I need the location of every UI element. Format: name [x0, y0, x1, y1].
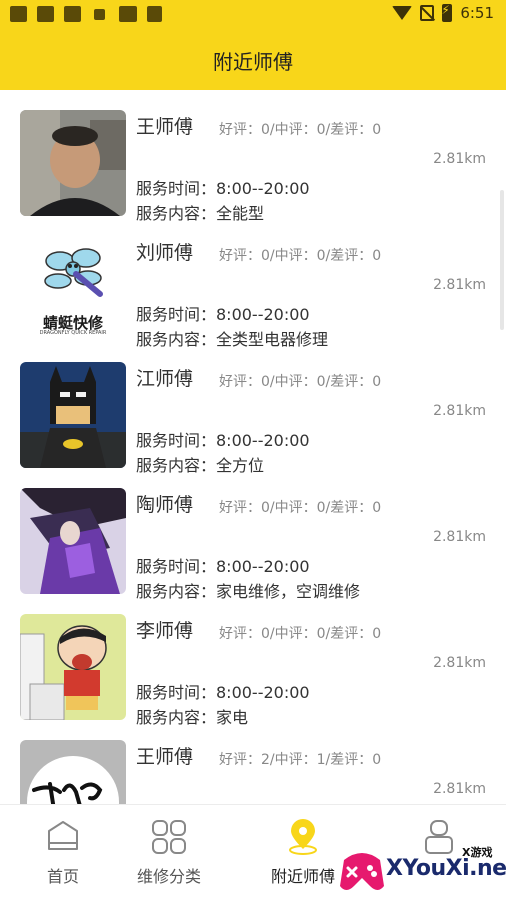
tab-repair-categories[interactable]: 维修分类	[106, 805, 232, 900]
service-time: 服务时间：8:00--20:00	[136, 305, 310, 324]
app-icon	[147, 6, 162, 22]
home-icon	[48, 821, 78, 850]
master-list-item[interactable]: 蜻蜓快修 DRAGONFLY QUICK REPAIR 刘师傅 好评：0/中评：…	[0, 216, 506, 349]
cartoon-boy-avatar	[20, 614, 126, 720]
master-name: 李师傅	[136, 620, 194, 642]
page-title: 附近师傅	[213, 49, 293, 74]
distance-label: 2.81km	[433, 151, 486, 167]
anime-character-avatar	[20, 488, 126, 594]
rating-summary: 好评：0/中评：0/差评：0	[219, 626, 382, 642]
rating-summary: 好评：0/中评：0/差评：0	[219, 248, 382, 264]
notification-icon	[119, 6, 137, 22]
master-list-item[interactable]: 江师傅 好评：0/中评：0/差评：0 2.81km 服务时间：8:00--20:…	[0, 342, 506, 475]
image-icon	[64, 6, 81, 22]
gamepad-logo-icon	[340, 853, 384, 890]
distance-label: 2.81km	[433, 529, 486, 545]
master-list-item[interactable]: 李师傅 好评：0/中评：0/差评：0 2.81km 服务时间：8:00--20:…	[0, 594, 506, 727]
service-time: 服务时间：8:00--20:00	[136, 179, 310, 198]
location-pin-icon	[289, 819, 317, 855]
watermark: X游戏 XYouXi.net	[338, 842, 506, 900]
master-list[interactable]: 王师傅 好评：0/中评：0/差评：0 2.81km 服务时间：8:00--20:…	[0, 90, 506, 804]
rating-summary: 好评：0/中评：0/差评：0	[219, 374, 382, 390]
master-list-item[interactable]: 陶师傅 好评：0/中评：0/差评：0 2.81km 服务时间：8:00--20:…	[0, 468, 506, 601]
battery-charging-icon	[441, 3, 453, 22]
stop-icon	[94, 9, 105, 20]
service-time: 服务时间：8:00--20:00	[136, 557, 310, 576]
man-photo-avatar	[20, 110, 126, 216]
rating-summary: 好评：2/中评：1/差评：0	[219, 752, 382, 768]
master-name: 陶师傅	[136, 494, 194, 516]
rating-summary: 好评：0/中评：0/差评：0	[219, 500, 382, 516]
wifi-icon	[392, 6, 413, 20]
master-list-item[interactable]: 王师傅 好评：0/中评：0/差评：0 2.81km 服务时间：8:00--20:…	[0, 90, 506, 223]
service-time: 服务时间：8:00--20:00	[136, 431, 310, 450]
distance-label: 2.81km	[433, 403, 486, 419]
master-name: 江师傅	[136, 368, 194, 390]
notification-icon	[37, 6, 54, 22]
master-name: 刘师傅	[136, 242, 194, 264]
signature-avatar	[20, 740, 126, 804]
lego-batman-avatar	[20, 362, 126, 468]
logo-subtext: DRAGONFLY QUICK REPAIR	[39, 330, 107, 336]
grid-icon	[152, 820, 186, 854]
distance-label: 2.81km	[433, 781, 486, 797]
status-bar: 6:51	[0, 0, 506, 30]
distance-label: 2.81km	[433, 655, 486, 671]
service-time: 服务时间：8:00--20:00	[136, 683, 310, 702]
master-name: 王师傅	[136, 116, 194, 138]
rating-summary: 好评：0/中评：0/差评：0	[219, 122, 382, 138]
no-sim-icon	[420, 5, 435, 21]
tab-label: 维修分类	[136, 867, 201, 886]
watermark-text: XYouXi.net	[386, 856, 506, 881]
master-name: 王师傅	[136, 746, 194, 768]
distance-label: 2.81km	[433, 277, 486, 293]
status-time: 6:51	[460, 4, 494, 22]
notification-icon	[10, 6, 27, 22]
dragonfly-logo-avatar: 蜻蜓快修 DRAGONFLY QUICK REPAIR	[20, 236, 126, 342]
title-bar: 附近师傅	[0, 30, 506, 90]
master-list-item[interactable]: 王师傅 好评：2/中评：1/差评：0 2.81km	[0, 720, 506, 804]
